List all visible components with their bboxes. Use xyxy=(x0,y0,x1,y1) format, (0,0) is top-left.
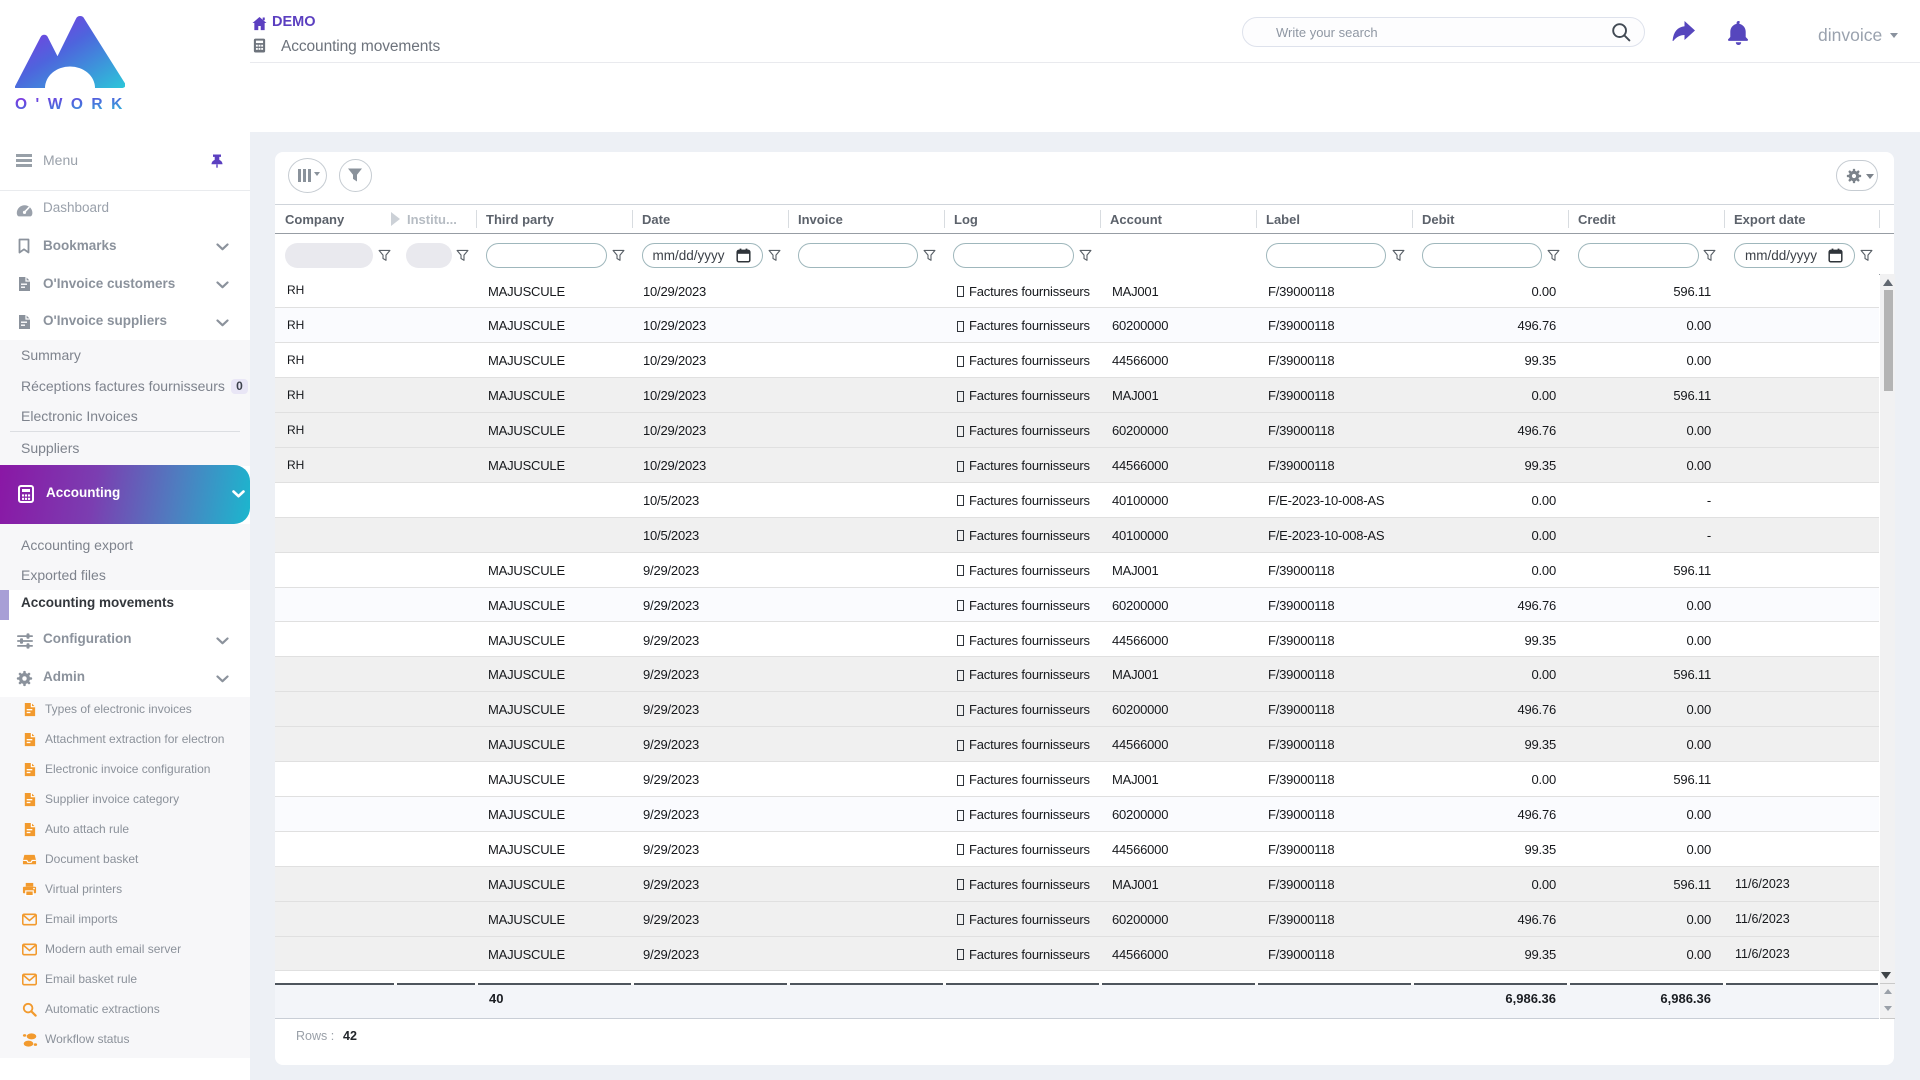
svg-text:O'WORK: O'WORK xyxy=(15,96,125,112)
